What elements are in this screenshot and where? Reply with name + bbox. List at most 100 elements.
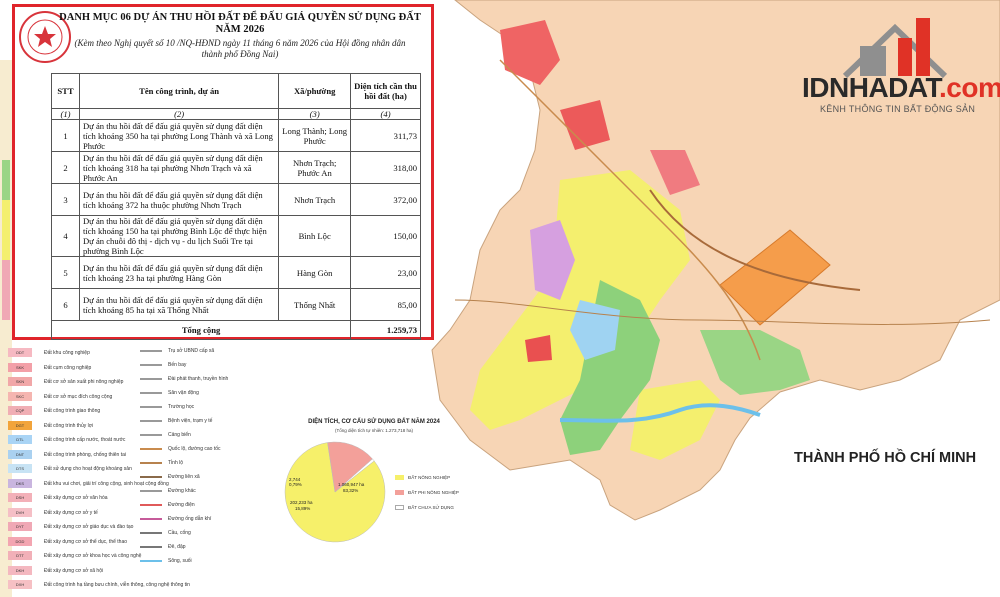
- row-project-name: Dự án thu hồi đất để đấu giá quyền sử dụ…: [78, 256, 280, 289]
- legend-chip: SKN: [8, 377, 32, 386]
- legend-symbol-label: Trường học: [168, 404, 195, 410]
- row-stt: 4: [51, 215, 80, 257]
- total-label: Tổng cộng: [50, 320, 352, 340]
- row-stt: 2: [51, 151, 80, 184]
- row-stt: 5: [51, 256, 80, 289]
- chart-title: DIỆN TÍCH, CƠ CẤU SỬ DỤNG ĐẤT NĂM 2024: [308, 419, 440, 425]
- legend-item-label: Đất cơ sở sản xuất phi nông nghiệp: [44, 379, 124, 385]
- legend-symbol-mark: [140, 546, 162, 548]
- col-header-area: Diện tích cần thu hồi đất (ha): [350, 73, 421, 109]
- row-project-name: Dự án thu hồi đất để đấu giá quyền sử dụ…: [78, 119, 280, 152]
- col-number: (4): [350, 108, 421, 120]
- legend-chip: DGD: [8, 536, 32, 546]
- legend-symbol-label: Đài phát thanh, truyền hình: [168, 376, 229, 382]
- row-stt: 6: [51, 288, 80, 321]
- legend-symbol-mark: [140, 532, 162, 534]
- legend-symbol-label: Sông, suối: [168, 558, 192, 564]
- row-project-name: Dự án thu hồi đất để đấu giá quyền sử dụ…: [78, 288, 280, 321]
- row-project-name: Dự án thu hồi đất để đấu giá quyền sử dụ…: [78, 151, 280, 184]
- chart-subtitle: (Tổng diện tích tự nhiên: 1.273,718 ha): [334, 428, 414, 433]
- project-table: STT Tên công trình, dự án Xã/phường Diện…: [50, 73, 421, 340]
- legend-item-label: Đất công trình phòng, chống thiên tai: [44, 451, 127, 458]
- legend-symbol-mark: [140, 434, 162, 436]
- legend-chip: DKH: [8, 565, 32, 575]
- row-ward: Hàng Gòn: [278, 256, 352, 289]
- map-legend-strip-red: [2, 260, 10, 320]
- legend-item-label: Đất xây dựng cơ sở y tế: [44, 509, 98, 516]
- legend-symbol-label: Đường ống dẫn khí: [168, 516, 212, 522]
- col-header-ward: Xã/phường: [278, 73, 352, 109]
- row-area: 372,00: [350, 183, 421, 216]
- legend-item-label: Đất xây dựng cơ sở khoa học và công nghệ: [44, 553, 142, 559]
- legend-item-label: Đất sử dụng cho hoạt động khoáng sản: [44, 466, 132, 472]
- legend-item-label: Đất công trình hạ tầng bưu chính, viễn t…: [44, 582, 190, 588]
- legend-symbol-label: Cầu, cống: [168, 530, 191, 536]
- col-header-project: Tên công trình, dự án: [78, 73, 280, 109]
- legend-chip: SKK: [8, 362, 32, 372]
- legend-chip: CQP: [8, 406, 32, 415]
- legend-symbol-mark: [140, 462, 162, 464]
- total-area: 1.259,73: [350, 320, 421, 340]
- legend-symbol-mark: [140, 560, 162, 562]
- document-title-line-1: DANH MỤC 06 DỰ ÁN THU HỒI ĐẤT ĐỂ ĐẤU GIÁ…: [59, 12, 421, 23]
- legend-chip: DGT: [8, 420, 32, 430]
- document-subtitle-line-2: thành phố Đồng Nai): [201, 49, 279, 59]
- pie-label-nonagri-pct: 15,89%: [295, 506, 311, 511]
- legend-symbol-label: Đường điện: [168, 502, 195, 508]
- legend-symbol-mark: [140, 490, 162, 492]
- column-number-row: (1) (2) (3) (4): [51, 108, 421, 120]
- legend-symbol-mark: [140, 406, 162, 408]
- document-title: DANH MỤC 06 DỰ ÁN THU HỒI ĐẤT ĐỂ ĐẤU GIÁ…: [55, 12, 425, 36]
- legend-chip: DTT: [8, 551, 32, 560]
- legend-symbol-label: Đường liên xã: [168, 474, 200, 480]
- legend-symbol-label: Trụ sở UBND cấp xã: [168, 348, 215, 354]
- legend-symbol-mark: [140, 504, 162, 506]
- map-legend-strip-yellow: [2, 200, 10, 260]
- table-total-row: Tổng cộng 1.259,73: [50, 320, 421, 340]
- legend-chip: ODT: [8, 348, 32, 357]
- legend-item-label: Đất công trình thủy lợi: [44, 422, 94, 429]
- table-row: 2 Dự án thu hồi đất để đấu giá quyền sử d…: [51, 151, 421, 184]
- city-label: THÀNH PHỐ HỒ CHÍ MINH: [794, 450, 977, 466]
- row-stt: 3: [51, 183, 80, 216]
- document-subtitle: (Kèm theo Nghị quyết số 10 /NQ-HĐND ngày…: [55, 38, 425, 60]
- pie-legend-unused: ĐẤT CHƯA SỬ DỤNG: [395, 505, 454, 511]
- legend-chip: DTS: [8, 464, 32, 473]
- row-area: 318,00: [350, 151, 421, 184]
- row-area: 23,00: [350, 256, 421, 289]
- legend-item-label: Đất cơ sở mục đích công cộng: [44, 393, 113, 400]
- legend-item-label: Đất xây dựng cơ sở văn hóa: [44, 495, 108, 501]
- legend-chip: DYT: [8, 522, 32, 531]
- legend-symbol-mark: [140, 392, 162, 394]
- col-number: (3): [278, 108, 352, 120]
- legend-symbol-label: Đê, đập: [168, 544, 186, 550]
- legend-symbol-label: Tỉnh lộ: [168, 460, 184, 466]
- legend-symbol-label: Đường khác: [168, 488, 196, 494]
- project-list-panel: DANH MỤC 06 DỰ ÁN THU HỒI ĐẤT ĐỂ ĐẤU GIÁ…: [12, 4, 434, 340]
- legend-symbol-label: Quốc lộ, đường cao tốc: [168, 446, 221, 452]
- table-row: 5 Dự án thu hồi đất để đấu giá quyền sử d…: [51, 256, 421, 289]
- pie-label-agri-pct: 83,32%: [343, 488, 359, 493]
- row-area: 85,00: [350, 288, 421, 321]
- legend-item-label: Đất khu công nghiệp: [44, 350, 90, 356]
- legend-item-label: Đất xây dựng cơ sở xã hội: [44, 567, 104, 574]
- legend-symbol-mark: [140, 364, 162, 366]
- legend-item-label: Đất khu vui chơi, giải trí công cộng, si…: [44, 480, 169, 487]
- legend-symbol-mark: [140, 420, 162, 422]
- document-subtitle-line-1: (Kèm theo Nghị quyết số 10 /NQ-HĐND ngày…: [74, 38, 406, 48]
- legend-symbol-label: Sân vận động: [168, 390, 199, 396]
- table-row: 3 Dự án thu hồi đất để đấu giá quyền sử d…: [51, 183, 421, 216]
- legend-chip: DSH: [8, 493, 32, 502]
- legend-symbol-label: Bến bay: [168, 362, 187, 368]
- legend-chip: DVH: [8, 507, 32, 517]
- document-title-line-2: NĂM 2026: [215, 24, 265, 35]
- col-number: (2): [78, 108, 280, 120]
- legend-symbol-mark: [140, 518, 162, 520]
- col-number: (1): [51, 108, 80, 120]
- table-row: 4 Dự án thu hồi đất để đấu giá quyền sử d…: [51, 215, 421, 257]
- pie-legend-agri: ĐẤT NÔNG NGHIỆP: [395, 475, 450, 481]
- pie-label-nonagri-area: 202,233 ha: [290, 500, 313, 505]
- legend-item-label: Đất xây dựng cơ sở thể dục, thể thao: [44, 538, 128, 545]
- col-header-stt: STT: [51, 73, 80, 109]
- row-ward: Thống Nhất: [278, 288, 352, 321]
